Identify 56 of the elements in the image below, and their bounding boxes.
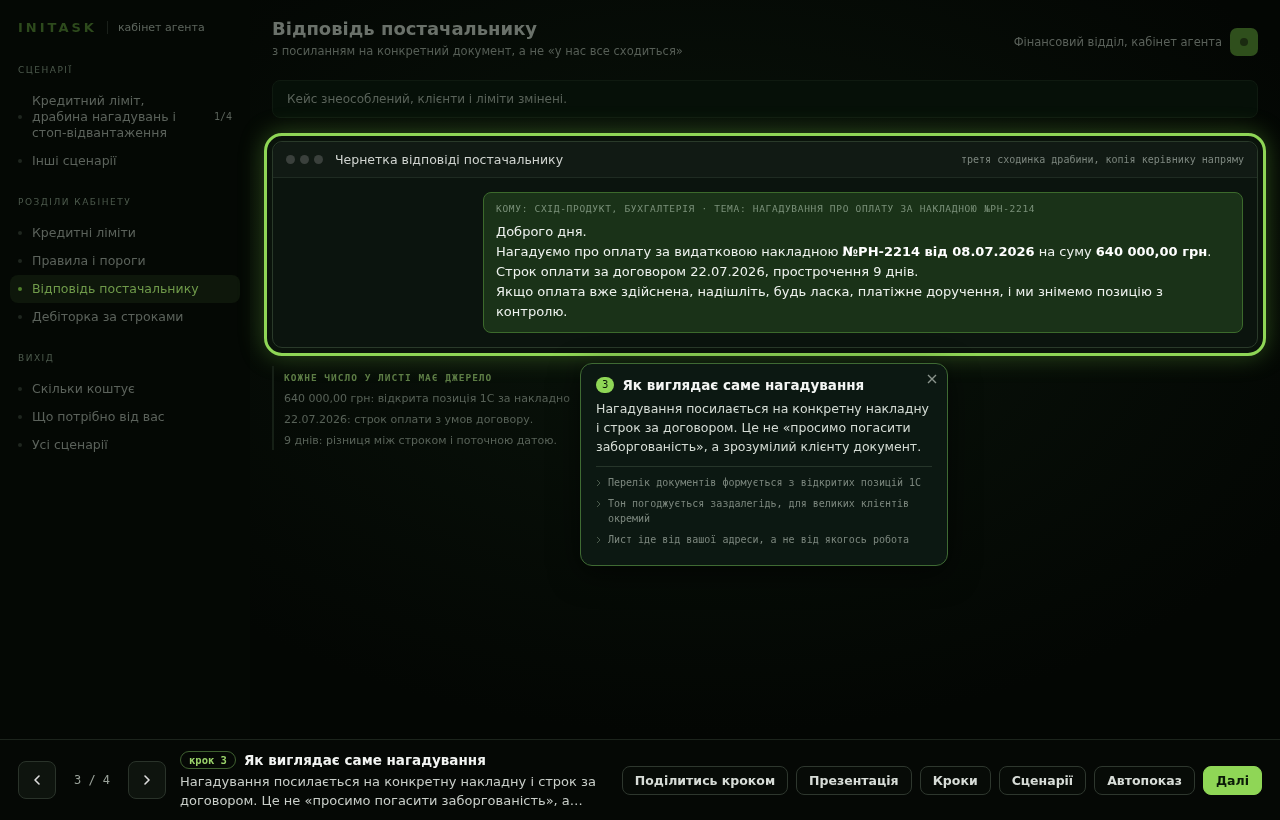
email-line: Строк оплати за договором 22.07.2026, прострочення 9 днів.: [496, 263, 920, 281]
sidebar-item[interactable]: Дебіторка за строками: [10, 303, 240, 331]
chevron-left-icon: [32, 774, 42, 786]
page-title: Відповідь постачальнику: [272, 18, 539, 39]
toolbar-button[interactable]: Кроки: [919, 765, 991, 795]
email-line: Нагадуємо про оплату за видатковою накладною №РН-2214 від 08.07.2026 на суму 640 000,00 грн.: [496, 243, 1213, 261]
sidebar-item[interactable]: Усі сценарії: [10, 431, 240, 459]
email-line: Якщо оплата вже здійснена, надішліть, будь ласка, платіжне доручення, і ми знімемо позицію з контролю.: [496, 283, 1164, 321]
section-heading: РОЗДІЛИ КАБІНЕТУ: [18, 197, 133, 207]
tooltip-title: Як виглядає саме нагадування: [622, 377, 866, 393]
notice-banner: Кейс знеособлений, клієнти і ліміти змінені.: [272, 80, 1258, 118]
step-description: Нагадування посилається на конкретну накладну і строк за договором. Це не «просимо погасити заборгованість», а…: [180, 772, 597, 810]
source-line: 9 днів: різниця між строком і поточною датою.: [284, 434, 557, 447]
card-title: Чернетка відповіді постачальнику: [335, 152, 565, 167]
account-label: Фінансовий відділ, кабінет агента: [1013, 35, 1222, 49]
item-count: 1/4: [213, 110, 232, 124]
close-icon[interactable]: [926, 373, 938, 385]
card-note: третя сходинка драбини, копія керівнику напряму: [961, 154, 1244, 165]
sources-heading: КОЖНЕ ЧИСЛО У ЛИСТІ МАЄ ДЖЕРЕЛО: [284, 372, 493, 383]
avatar-icon[interactable]: [1230, 28, 1258, 56]
next-step-button[interactable]: Далі: [1203, 765, 1262, 795]
sidebar-item[interactable]: Відповідь постачальнику: [10, 275, 240, 303]
sidebar-item[interactable]: Інші сценарії: [10, 147, 240, 175]
sidebar-item[interactable]: Правила і пороги: [10, 247, 240, 275]
window-dots-icon: [286, 155, 323, 164]
chevron-icon: [596, 500, 602, 508]
chevron-icon: [596, 536, 602, 544]
step-number: 3: [596, 377, 615, 393]
tooltip-point: Перелік документів формується з відкритих позицій 1С: [608, 476, 922, 490]
tooltip-body: Нагадування посилається на конкретну накладну і строк за договором. Це не «просимо погасити заборгованість», а зрозумілий клієнту документ.: [596, 400, 930, 456]
toolbar-button[interactable]: Сценарії: [998, 765, 1087, 795]
sidebar-item[interactable]: Кредитні ліміти: [10, 219, 240, 247]
sidebar-item[interactable]: Скільки коштує: [10, 375, 240, 403]
toolbar-button[interactable]: Презентація: [796, 765, 912, 795]
toolbar-button[interactable]: Автопоказ: [1094, 765, 1195, 795]
chevron-icon: [596, 479, 602, 487]
step-counter: 3 / 4: [72, 773, 112, 787]
logo: INITASK: [18, 20, 97, 35]
sidebar-item[interactable]: Кредитний ліміт, драбина нагадувань і стоп-відвантаження 1/4: [10, 87, 240, 147]
next-button[interactable]: [128, 761, 166, 799]
source-line: 640 000,00 грн: відкрита позиція 1С за накладно: [284, 392, 570, 405]
section-heading: ВИХІД: [18, 353, 56, 363]
page-subtitle: з посиланням на конкретний документ, а не «у нас все сходиться»: [272, 44, 683, 58]
previous-button[interactable]: [18, 761, 56, 799]
bullet-icon: [18, 287, 22, 291]
toolbar-button[interactable]: Поділитись кроком: [621, 765, 789, 795]
email-line: Доброго дня.: [496, 223, 588, 241]
step-title: Як виглядає саме нагадування: [243, 751, 486, 768]
chevron-right-icon: [142, 774, 152, 786]
logo-subtitle: кабінет агента: [106, 21, 205, 34]
tooltip-point: Лист іде від вашої адреси, а не від якогось робота: [608, 533, 910, 547]
source-line: 22.07.2026: строк оплати з умов договору.: [284, 413, 534, 426]
section-heading: СЦЕНАРІЇ: [18, 65, 74, 75]
sidebar-item[interactable]: Що потрібно від вас: [10, 403, 240, 431]
email-meta: КОМУ: СХІД-ПРОДУКТ, БУХГАЛТЕРІЯ · ТЕМА: НАГАДУВАННЯ ПРО ОПЛАТУ ЗА НАКЛАДНОЮ №РН-2214: [496, 203, 1037, 214]
tooltip-point: Тон погоджується заздалегідь, для великих клієнтів окремий: [608, 497, 911, 526]
